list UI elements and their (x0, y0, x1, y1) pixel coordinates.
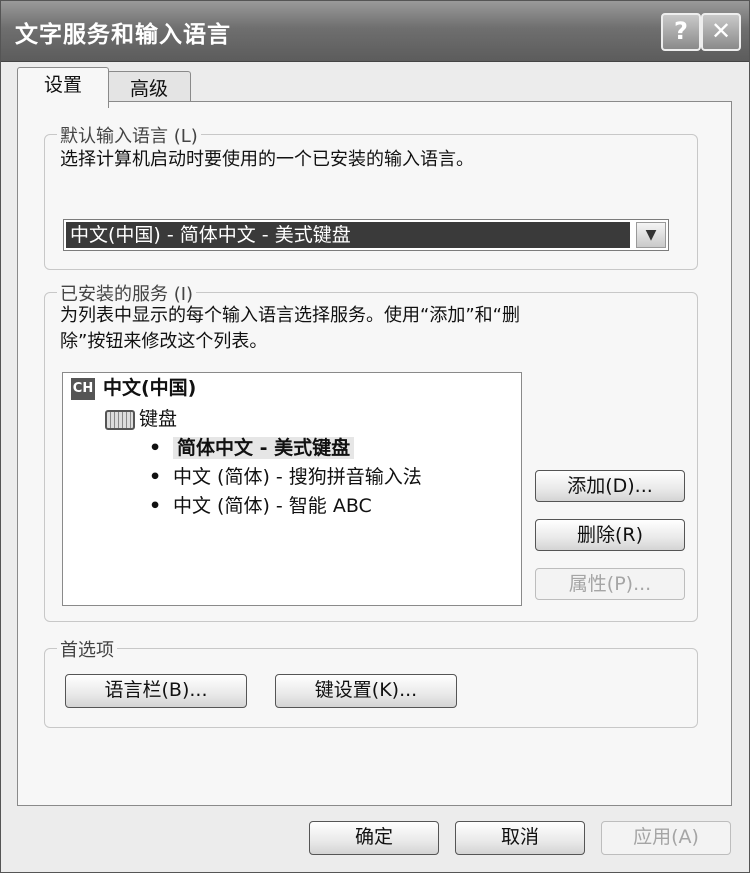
bullet-icon: • (149, 466, 162, 488)
list-item[interactable]: • 中文 (简体) - 搜狗拼音输入法 (149, 464, 422, 490)
default-language-legend: 默认输入语言 (L) (57, 122, 201, 148)
ok-button[interactable]: 确定 (309, 821, 439, 855)
service-item-label: 中文 (简体) - 搜狗拼音输入法 (173, 466, 422, 488)
service-item-label: 简体中文 - 美式键盘 (173, 437, 355, 459)
preferences-legend: 首选项 (57, 636, 117, 662)
help-button[interactable]: ? (661, 13, 701, 51)
tree-language-node[interactable]: CH 中文(中国) (71, 375, 196, 401)
chevron-down-icon: ▼ (645, 227, 657, 243)
keyboard-icon (105, 409, 135, 430)
installed-services-description-1: 为列表中显示的每个输入语言选择服务。使用“添加”和“删 (60, 305, 520, 326)
bullet-icon: • (149, 495, 162, 517)
services-tree[interactable]: CH 中文(中国) 键盘 • 简体中文 - 美式键盘 • 中文 (简体) - 搜狗拼音… (62, 372, 522, 606)
properties-button[interactable]: 属性(P)... (535, 568, 685, 600)
remove-button[interactable]: 删除(R) (535, 519, 685, 551)
tree-keyboard-label: 键盘 (139, 408, 178, 430)
dropdown-arrow-button[interactable]: ▼ (636, 222, 666, 248)
tab-settings[interactable]: 设置 (17, 67, 109, 108)
list-item[interactable]: • 简体中文 - 美式键盘 (149, 435, 355, 461)
key-settings-button[interactable]: 键设置(K)... (275, 674, 457, 708)
tree-keyboard-node[interactable]: 键盘 (105, 406, 177, 432)
preferences-group: 首选项 语言栏(B)... 键设置(K)... (44, 636, 698, 728)
default-language-select[interactable]: 中文(中国) - 简体中文 - 美式键盘 ▼ (63, 219, 669, 251)
language-badge-icon: CH (71, 377, 95, 400)
service-item-label: 中文 (简体) - 智能 ABC (173, 495, 372, 517)
apply-button[interactable]: 应用(A) (601, 821, 731, 855)
add-button[interactable]: 添加(D)... (535, 470, 685, 502)
settings-panel: 默认输入语言 (L) 选择计算机启动时要使用的一个已安装的输入语言。 中文(中国… (17, 101, 732, 806)
installed-services-description-2: 除”按钮来修改这个列表。 (60, 331, 268, 352)
tab-advanced-label: 高级 (129, 78, 168, 100)
question-icon: ? (674, 17, 688, 45)
list-item[interactable]: • 中文 (简体) - 智能 ABC (149, 493, 372, 519)
default-language-description: 选择计算机启动时要使用的一个已安装的输入语言。 (60, 149, 474, 170)
tab-settings-label: 设置 (43, 74, 82, 96)
bullet-icon: • (149, 437, 162, 459)
close-icon: ✕ (710, 17, 732, 45)
dialog-window: 文字服务和输入语言 ? ✕ 设置 高级 默认输入语言 (L) 选择计算机启动时要… (0, 0, 750, 873)
close-button[interactable]: ✕ (701, 13, 741, 51)
tree-language-label: 中文(中国) (103, 377, 197, 399)
cancel-button[interactable]: 取消 (455, 821, 585, 855)
installed-services-group: 已安装的服务 (I) 为列表中显示的每个输入语言选择服务。使用“添加”和“删 除… (44, 280, 698, 622)
window-title: 文字服务和输入语言 (15, 22, 231, 48)
default-language-group: 默认输入语言 (L) 选择计算机启动时要使用的一个已安装的输入语言。 中文(中国… (44, 122, 698, 270)
title-bar[interactable]: 文字服务和输入语言 ? ✕ (1, 1, 749, 62)
language-bar-button[interactable]: 语言栏(B)... (65, 674, 247, 708)
default-language-value: 中文(中国) - 简体中文 - 美式键盘 (66, 222, 630, 248)
